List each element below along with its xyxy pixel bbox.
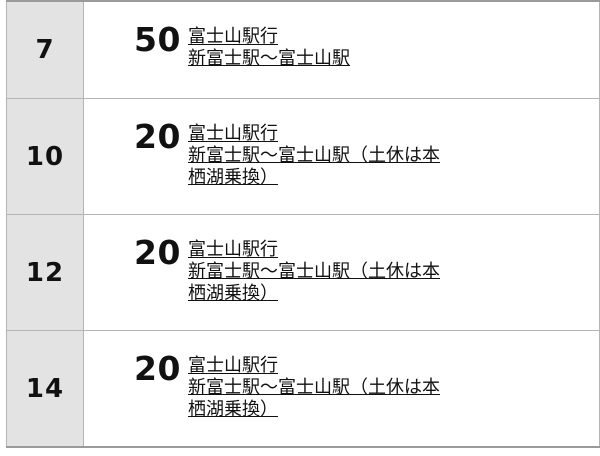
timetable-row: 12 20 富士山駅行 新富士駅〜富士山駅（土休は本 栖湖乗換） <box>6 214 600 331</box>
hour-cell: 14 <box>6 330 84 448</box>
hour-cell: 12 <box>6 214 84 331</box>
route-line[interactable]: 栖湖乗換） <box>188 399 508 421</box>
hour-cell: 7 <box>6 0 84 99</box>
departure-cell: 20 富士山駅行 新富士駅〜富士山駅（土休は本 栖湖乗換） <box>83 330 600 448</box>
timetable-row: 7 50 富士山駅行 新富士駅〜富士山駅 <box>6 0 600 99</box>
route-line[interactable]: 栖湖乗換） <box>188 283 508 305</box>
destination-link[interactable]: 富士山駅行 <box>188 123 508 145</box>
departure-minute: 20 <box>134 117 181 156</box>
route-line[interactable]: 新富士駅〜富士山駅（土休は本 <box>188 261 508 283</box>
route-line[interactable]: 栖湖乗換） <box>188 167 508 189</box>
hour-label: 10 <box>25 141 65 172</box>
bus-timetable: 7 50 富士山駅行 新富士駅〜富士山駅 10 20 富士山駅行 新富士駅〜富士… <box>6 0 600 448</box>
departure-cell: 20 富士山駅行 新富士駅〜富士山駅（土休は本 栖湖乗換） <box>83 98 600 215</box>
timetable-row: 14 20 富士山駅行 新富士駅〜富士山駅（土休は本 栖湖乗換） <box>6 330 600 448</box>
route-line[interactable]: 新富士駅〜富士山駅（土休は本 <box>188 377 508 399</box>
departure-minute: 20 <box>134 233 181 272</box>
departure-minute: 50 <box>134 20 181 59</box>
destination-link[interactable]: 富士山駅行 <box>188 355 508 377</box>
departure-entry: 20 富士山駅行 新富士駅〜富士山駅（土休は本 栖湖乗換） <box>84 215 599 305</box>
departure-info[interactable]: 富士山駅行 新富士駅〜富士山駅（土休は本 栖湖乗換） <box>188 239 508 305</box>
hour-label: 12 <box>25 257 65 288</box>
destination-link[interactable]: 富士山駅行 <box>188 26 508 48</box>
departure-entry: 20 富士山駅行 新富士駅〜富士山駅（土休は本 栖湖乗換） <box>84 331 599 421</box>
departure-info[interactable]: 富士山駅行 新富士駅〜富士山駅 <box>188 26 508 70</box>
route-line[interactable]: 新富士駅〜富士山駅（土休は本 <box>188 145 508 167</box>
departure-cell: 20 富士山駅行 新富士駅〜富士山駅（土休は本 栖湖乗換） <box>83 214 600 331</box>
destination-link[interactable]: 富士山駅行 <box>188 239 508 261</box>
route-line[interactable]: 新富士駅〜富士山駅 <box>188 48 508 70</box>
timetable-row: 10 20 富士山駅行 新富士駅〜富士山駅（土休は本 栖湖乗換） <box>6 98 600 215</box>
hour-label: 14 <box>25 373 65 404</box>
hour-label: 7 <box>35 35 55 65</box>
hour-cell: 10 <box>6 98 84 215</box>
departure-entry: 20 富士山駅行 新富士駅〜富士山駅（土休は本 栖湖乗換） <box>84 99 599 189</box>
departure-minute: 20 <box>134 349 181 388</box>
departure-info[interactable]: 富士山駅行 新富士駅〜富士山駅（土休は本 栖湖乗換） <box>188 355 508 421</box>
departure-cell: 50 富士山駅行 新富士駅〜富士山駅 <box>83 0 600 99</box>
departure-entry: 50 富士山駅行 新富士駅〜富士山駅 <box>84 2 599 70</box>
departure-info[interactable]: 富士山駅行 新富士駅〜富士山駅（土休は本 栖湖乗換） <box>188 123 508 189</box>
